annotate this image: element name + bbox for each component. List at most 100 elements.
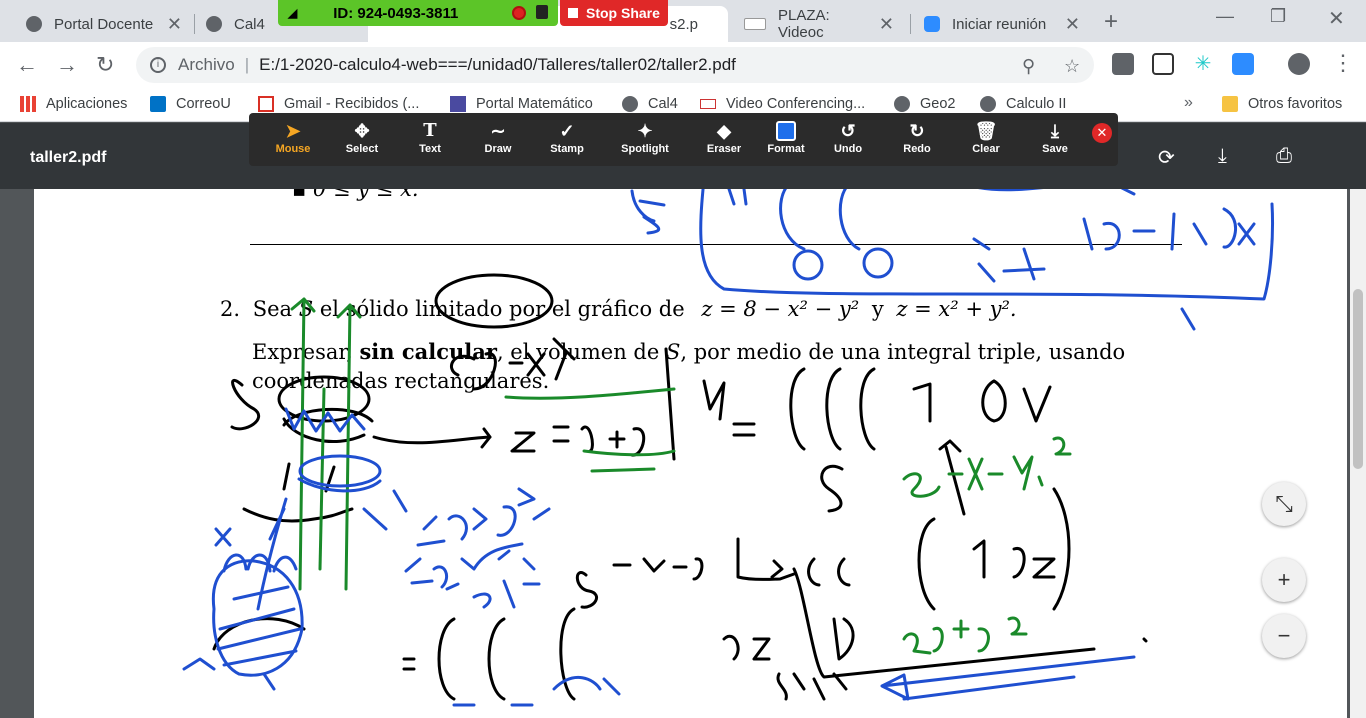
scrollbar-thumb[interactable] bbox=[1353, 289, 1363, 469]
tool-format[interactable]: Format bbox=[754, 119, 818, 155]
tool-label: Select bbox=[345, 143, 379, 155]
bookmark-geo2[interactable]: Geo2 bbox=[894, 96, 955, 112]
bookmark-cal4[interactable]: Cal4 bbox=[622, 96, 678, 112]
extension-frame-icon[interactable] bbox=[1152, 53, 1174, 75]
plaza-icon bbox=[744, 18, 766, 30]
maximize-icon[interactable]: ❐ bbox=[1270, 6, 1286, 27]
vertical-scrollbar[interactable] bbox=[1350, 189, 1366, 718]
back-icon[interactable]: ← bbox=[16, 52, 38, 78]
close-window-icon[interactable]: ✕ bbox=[1328, 6, 1345, 31]
globe-icon bbox=[26, 16, 42, 32]
tab-divider bbox=[910, 14, 911, 34]
tab-cal4[interactable]: Cal4 bbox=[196, 6, 280, 42]
tab-plaza[interactable]: PLAZA: Videoc ✕ bbox=[734, 6, 904, 42]
bookmark-otros-favoritos[interactable]: Otros favoritos bbox=[1222, 96, 1342, 112]
format-icon bbox=[754, 119, 818, 143]
tool-text[interactable]: T Text bbox=[398, 119, 462, 155]
bookmark-label: CorreoU bbox=[176, 96, 231, 112]
bookmark-aplicaciones[interactable]: Aplicaciones bbox=[20, 96, 127, 112]
download-icon[interactable]: ⤓ bbox=[1218, 145, 1227, 168]
minimize-icon[interactable]: — bbox=[1216, 6, 1234, 27]
stop-icon bbox=[568, 8, 578, 18]
trash-icon: 🗑 bbox=[974, 121, 998, 141]
pattern-icon bbox=[450, 96, 466, 112]
close-icon[interactable]: ✕ bbox=[1065, 14, 1080, 35]
address-bar[interactable]: i Archivo | E:/1-2020-calculo4-web===/un… bbox=[136, 47, 1094, 83]
profile-avatar-icon[interactable] bbox=[1288, 53, 1310, 75]
tool-draw[interactable]: ∼ Draw bbox=[466, 119, 530, 155]
print-icon[interactable]: ⎙ bbox=[1276, 145, 1292, 168]
bookmark-label: Video Conferencing... bbox=[726, 96, 866, 112]
reload-icon[interactable]: ↻ bbox=[96, 52, 114, 78]
spotlight-icon: ✦ bbox=[637, 121, 653, 141]
tool-undo[interactable]: ↺ Undo bbox=[816, 119, 880, 155]
bookmark-label: Cal4 bbox=[648, 96, 678, 112]
tool-stamp[interactable]: ✓ Stamp bbox=[535, 119, 599, 155]
close-icon[interactable]: ✕ bbox=[879, 14, 894, 35]
stop-share-label: Stop Share bbox=[586, 5, 660, 21]
lock-icon[interactable] bbox=[536, 5, 548, 19]
bookmark-gmail[interactable]: Gmail - Recibidos (... bbox=[258, 96, 419, 112]
bookmark-correou[interactable]: CorreoU bbox=[150, 96, 231, 112]
extension-asterisk-icon[interactable]: ✳ bbox=[1192, 53, 1214, 75]
zoom-out-button[interactable]: − bbox=[1262, 614, 1306, 658]
star-icon[interactable]: ☆ bbox=[1064, 56, 1080, 77]
forward-icon[interactable]: → bbox=[56, 52, 78, 78]
tool-spotlight[interactable]: ✦ Spotlight bbox=[613, 119, 677, 155]
bookmark-label: Aplicaciones bbox=[46, 96, 128, 112]
tool-label: Save bbox=[1042, 143, 1068, 155]
bookmark-label: Gmail - Recibidos (... bbox=[284, 96, 420, 112]
bookmark-video-conferencing[interactable]: Video Conferencing... bbox=[700, 96, 865, 112]
tool-label: Stamp bbox=[550, 143, 584, 155]
stop-share-button[interactable]: Stop Share bbox=[560, 0, 668, 26]
info-icon[interactable]: i bbox=[150, 57, 166, 73]
tool-label: Redo bbox=[903, 143, 931, 155]
extension-puzzle-icon[interactable] bbox=[1112, 53, 1134, 75]
tool-label: Text bbox=[419, 143, 441, 155]
tool-label: Spotlight bbox=[621, 143, 669, 155]
tool-save[interactable]: ⤓ Save bbox=[1023, 119, 1087, 155]
close-toolbar-icon[interactable]: ✕ bbox=[1092, 123, 1112, 143]
menu-dots-icon[interactable]: ⋮ bbox=[1332, 50, 1354, 76]
fit-page-button[interactable]: ⤡ bbox=[1262, 482, 1306, 526]
more-bookmarks-icon[interactable]: » bbox=[1184, 94, 1193, 112]
zoom-icon bbox=[924, 16, 940, 32]
check-icon: ✓ bbox=[559, 121, 575, 141]
zoom-meeting-banner[interactable]: ◢ ID: 924-0493-3811 bbox=[278, 0, 558, 26]
tool-mouse[interactable]: ➤ Mouse bbox=[261, 119, 325, 155]
record-icon[interactable] bbox=[512, 6, 526, 20]
tab-label: s2.p bbox=[669, 15, 698, 33]
tool-eraser[interactable]: ◆ Eraser bbox=[692, 119, 756, 155]
folder-icon bbox=[1222, 96, 1238, 112]
tab-portal-docente[interactable]: Portal Docente ✕ bbox=[16, 6, 192, 42]
tool-redo[interactable]: ↻ Redo bbox=[885, 119, 949, 155]
rotate-icon[interactable]: ⟳ bbox=[1158, 145, 1175, 170]
tool-clear[interactable]: 🗑 Clear bbox=[954, 119, 1018, 155]
tab-label: Portal Docente bbox=[54, 15, 154, 33]
zoom-in-button[interactable]: + bbox=[1262, 558, 1306, 602]
bookmark-calculo-ii[interactable]: Calculo II bbox=[980, 96, 1066, 112]
bookmark-portal-matematico[interactable]: Portal Matemático bbox=[450, 96, 593, 112]
url-text[interactable]: E:/1-2020-calculo4-web===/unidad0/Taller… bbox=[259, 55, 736, 75]
bookmark-label: Geo2 bbox=[920, 96, 956, 112]
handwritten-annotations bbox=[182, 189, 1275, 707]
pdf-title: taller2.pdf bbox=[30, 149, 107, 166]
globe-icon bbox=[206, 16, 222, 32]
zoom-magnifier-icon[interactable]: ⚲ bbox=[1022, 56, 1035, 77]
new-tab-button[interactable]: + bbox=[1104, 8, 1118, 36]
globe-icon bbox=[894, 96, 910, 112]
close-icon[interactable]: ✕ bbox=[167, 14, 182, 35]
address-toolbar: ← → ↻ i Archivo | E:/1-2020-calculo4-web… bbox=[0, 42, 1366, 88]
ink-black-work bbox=[212, 273, 1148, 701]
tab-zoom[interactable]: Iniciar reunión ✕ bbox=[914, 6, 1090, 42]
text-icon: T bbox=[423, 120, 437, 141]
eraser-icon: ◆ bbox=[717, 121, 731, 141]
move-icon: ✥ bbox=[354, 121, 370, 141]
meeting-id: ID: 924-0493-3811 bbox=[333, 4, 459, 22]
outlook-icon bbox=[150, 96, 166, 112]
zoom-extension-icon[interactable] bbox=[1232, 53, 1254, 75]
pdf-viewer[interactable]: ▪ 0 ≤ y ≤ x. 2. Sea S el sólido limitado… bbox=[0, 189, 1366, 718]
tool-select[interactable]: ✥ Select bbox=[330, 119, 394, 155]
ink-blue-top bbox=[630, 189, 1275, 331]
apps-grid-icon bbox=[20, 96, 36, 112]
